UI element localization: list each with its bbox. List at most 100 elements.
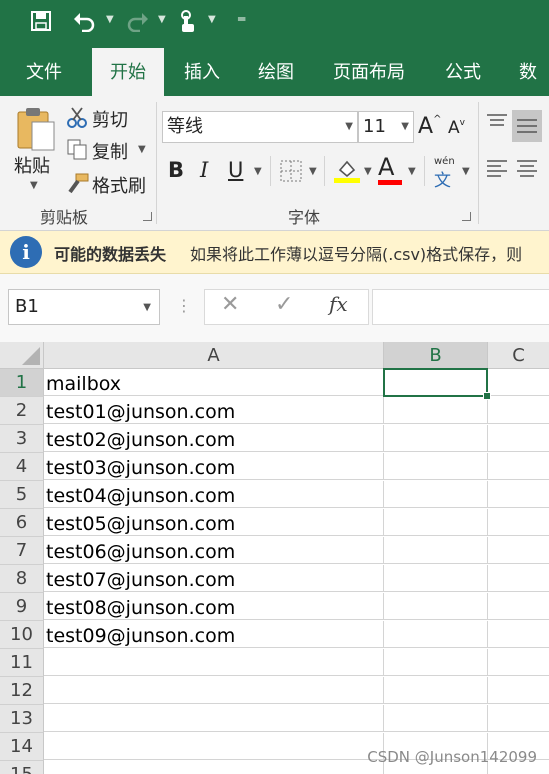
select-all-button[interactable] <box>0 342 44 369</box>
underline-dropdown-icon[interactable]: ▼ <box>254 166 262 177</box>
cell-c[interactable] <box>488 481 549 508</box>
increase-font-size-icon[interactable]: A^ <box>418 114 441 139</box>
cell-b[interactable] <box>384 565 488 592</box>
cell-c[interactable] <box>488 453 549 480</box>
row-header[interactable]: 10 <box>0 621 44 649</box>
tab-home[interactable]: 开始 <box>92 48 164 96</box>
clipboard-launcher-icon[interactable] <box>143 212 152 221</box>
font-launcher-icon[interactable] <box>462 212 471 221</box>
fill-color-icon[interactable] <box>334 156 360 188</box>
cell-a[interactable]: test09@junson.com <box>44 621 384 648</box>
cell-b[interactable] <box>384 481 488 508</box>
column-header-c[interactable]: C <box>488 342 549 369</box>
customize-icon[interactable]: ═ <box>238 12 245 26</box>
row-header[interactable]: 9 <box>0 593 44 621</box>
align-middle-icon[interactable] <box>512 110 542 142</box>
formula-input[interactable] <box>372 289 549 325</box>
tab-data[interactable]: 数据 <box>519 48 549 133</box>
row-header[interactable]: 1 <box>0 369 44 397</box>
tab-draw[interactable]: 绘图 <box>258 48 294 96</box>
enter-icon[interactable]: ✓ <box>275 292 293 317</box>
row-header[interactable]: 8 <box>0 565 44 593</box>
cell-a[interactable] <box>44 649 384 676</box>
cut-label[interactable]: 剪切 <box>92 106 128 132</box>
cell-b[interactable] <box>384 621 488 648</box>
cell-b[interactable] <box>384 705 488 732</box>
copy-label[interactable]: 复制 <box>92 138 128 164</box>
cell-a[interactable]: test01@junson.com <box>44 397 384 424</box>
insert-function-icon[interactable]: fx <box>329 292 348 316</box>
cell-b[interactable] <box>384 677 488 704</box>
tab-file[interactable]: 文件 <box>26 48 62 96</box>
cell-b[interactable] <box>384 537 488 564</box>
cell-a[interactable]: test06@junson.com <box>44 537 384 564</box>
tab-formulas[interactable]: 公式 <box>445 48 481 96</box>
borders-icon[interactable] <box>280 160 302 186</box>
phonetic-dropdown-icon[interactable]: ▼ <box>462 166 470 177</box>
cell-c[interactable] <box>488 677 549 704</box>
cell-a[interactable]: test08@junson.com <box>44 593 384 620</box>
name-box[interactable]: B1 ▼ <box>8 289 160 325</box>
fill-color-dropdown-icon[interactable]: ▼ <box>364 166 372 177</box>
row-header[interactable]: 3 <box>0 425 44 453</box>
bold-button[interactable]: B <box>168 158 184 182</box>
align-center-icon[interactable] <box>516 158 538 184</box>
cell-c[interactable] <box>488 705 549 732</box>
row-header[interactable]: 4 <box>0 453 44 481</box>
row-header[interactable]: 5 <box>0 481 44 509</box>
column-header-b[interactable]: B <box>384 342 488 370</box>
save-icon[interactable] <box>30 10 52 38</box>
font-name-combo[interactable]: 等线 ▼ <box>162 111 358 143</box>
row-header[interactable]: 15 <box>0 761 44 774</box>
cell-b[interactable] <box>384 425 488 452</box>
paste-label[interactable]: 粘贴 <box>14 152 50 178</box>
cell-b[interactable] <box>384 453 488 480</box>
row-header[interactable]: 7 <box>0 537 44 565</box>
cell-c[interactable] <box>488 537 549 564</box>
borders-dropdown-icon[interactable]: ▼ <box>309 166 317 177</box>
row-header[interactable]: 6 <box>0 509 44 537</box>
font-color-dropdown-icon[interactable]: ▼ <box>408 166 416 177</box>
cell-b[interactable] <box>384 593 488 620</box>
row-header[interactable]: 12 <box>0 677 44 705</box>
column-header-a[interactable]: A <box>44 342 384 369</box>
copy-dropdown-icon[interactable]: ▼ <box>138 144 146 155</box>
cell-c[interactable] <box>488 425 549 452</box>
decrease-font-size-icon[interactable]: Av <box>448 118 465 138</box>
align-left-icon[interactable] <box>486 158 508 184</box>
tab-insert[interactable]: 插入 <box>184 48 220 96</box>
fill-handle[interactable] <box>483 392 491 400</box>
redo-icon[interactable] <box>126 10 150 38</box>
cell-b[interactable] <box>384 397 488 424</box>
font-size-combo[interactable]: 11 ▼ <box>358 111 414 143</box>
underline-button[interactable]: U <box>228 158 243 182</box>
cell-b[interactable] <box>384 649 488 676</box>
row-header[interactable]: 13 <box>0 705 44 733</box>
row-header[interactable]: 2 <box>0 397 44 425</box>
row-header[interactable]: 11 <box>0 649 44 677</box>
font-color-button[interactable]: A <box>378 154 394 180</box>
cell-a[interactable]: test03@junson.com <box>44 453 384 480</box>
cell-c[interactable] <box>488 649 549 676</box>
cell-a[interactable]: test05@junson.com <box>44 509 384 536</box>
cell-a[interactable] <box>44 705 384 732</box>
cell-c[interactable] <box>488 593 549 620</box>
redo-dropdown-icon[interactable]: ▼ <box>158 14 166 25</box>
selected-cell-b1[interactable] <box>383 368 488 397</box>
phonetic-char-label[interactable]: 文 <box>434 166 451 191</box>
cancel-icon[interactable]: ✕ <box>221 292 239 317</box>
touch-dropdown-icon[interactable]: ▼ <box>208 14 216 25</box>
cell-a[interactable] <box>44 733 384 760</box>
resize-handle-icon[interactable]: ⋮ <box>176 296 192 315</box>
copy-icon[interactable] <box>66 138 88 164</box>
cell-c[interactable] <box>488 621 549 648</box>
cell-c[interactable] <box>488 369 549 396</box>
tab-page-layout[interactable]: 页面布局 <box>333 48 405 96</box>
cut-icon[interactable] <box>66 106 88 132</box>
italic-button[interactable]: I <box>200 158 208 182</box>
cell-a[interactable]: test02@junson.com <box>44 425 384 452</box>
cell-b[interactable] <box>384 509 488 536</box>
cell-a[interactable] <box>44 761 384 774</box>
cell-a[interactable]: mailbox <box>44 369 384 396</box>
undo-dropdown-icon[interactable]: ▼ <box>106 14 114 25</box>
